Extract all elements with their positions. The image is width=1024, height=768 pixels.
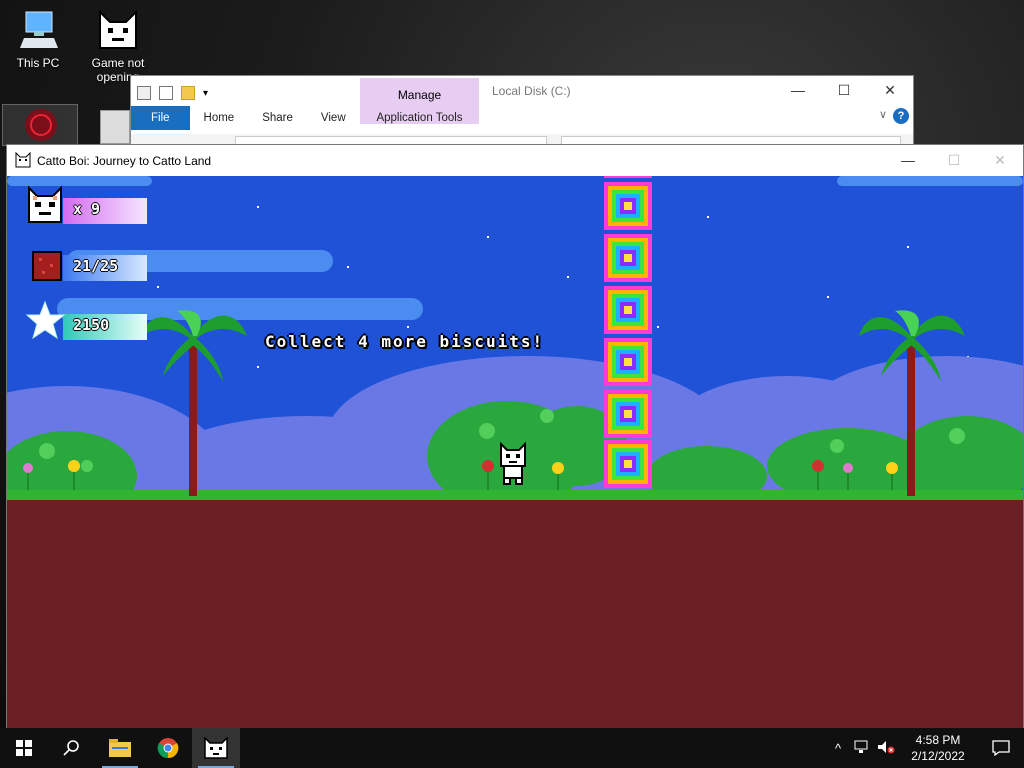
notification-center-button[interactable] <box>978 740 1024 756</box>
hud-biscuits-count: 21/25 <box>73 257 119 275</box>
taskbar-chrome[interactable] <box>144 728 192 768</box>
drive-icon[interactable] <box>137 86 151 100</box>
biscuit-icon <box>32 251 62 281</box>
file-explorer-icon <box>109 739 131 757</box>
ribbon-tabs: File Home Share View Application Tools <box>131 106 913 130</box>
close-button[interactable]: ✕ <box>867 76 913 104</box>
catto-app-icon <box>15 151 31 168</box>
desktop-icon-this-pc[interactable]: This PC <box>0 8 76 70</box>
tab-application-tools[interactable]: Application Tools <box>360 106 479 130</box>
taskbar: ^ 4:58 PM 2/12/2022 <box>0 728 1024 768</box>
catto-game-icon <box>96 8 140 52</box>
game-titlebar[interactable]: Catto Boi: Journey to Catto Land — ☐ ✕ <box>7 145 1023 176</box>
desktop-icon-game[interactable]: Game not opening <box>80 8 156 84</box>
maximize-button[interactable]: ☐ <box>821 76 867 104</box>
windows-icon <box>16 740 32 756</box>
start-button[interactable] <box>0 728 48 768</box>
desktop-selected-icon[interactable] <box>2 104 78 146</box>
new-folder-icon[interactable] <box>181 86 195 100</box>
this-pc-icon <box>16 8 60 52</box>
close-button[interactable]: ✕ <box>977 145 1023 176</box>
manage-label: Manage <box>397 88 442 102</box>
search-icon <box>63 740 79 756</box>
hud-score: 2150 <box>73 316 110 334</box>
game-window-title: Catto Boi: Journey to Catto Land <box>37 154 212 168</box>
tab-view[interactable]: View <box>307 106 360 130</box>
taskbar-catto-game[interactable] <box>192 728 240 768</box>
ground <box>7 496 1023 728</box>
gear-icon <box>100 110 130 144</box>
dropdown-icon[interactable]: ▾ <box>203 88 208 99</box>
hud-lives-count: x 9 <box>73 200 101 218</box>
volume-muted-icon[interactable] <box>874 740 898 757</box>
show-hidden-icons-button[interactable]: ^ <box>826 741 850 756</box>
clock-date: 2/12/2022 <box>911 749 965 763</box>
chrome-icon <box>157 738 179 759</box>
tab-file[interactable]: File <box>131 106 190 130</box>
game-message: Collect 4 more biscuits! <box>265 332 545 351</box>
notification-icon <box>992 740 1010 756</box>
file-explorer-window[interactable]: ▾ Manage Local Disk (C:) — ☐ ✕ File Home… <box>130 75 914 156</box>
rainbow-block-column <box>604 176 652 488</box>
quick-access-toolbar: ▾ <box>137 82 208 104</box>
maximize-button: ☐ <box>947 152 961 168</box>
game-canvas[interactable]: x 9 21/25 2150 Collect 4 more biscuits! <box>7 176 1023 728</box>
tab-share[interactable]: Share <box>248 106 307 130</box>
game-window[interactable]: Catto Boi: Journey to Catto Land — ☐ ✕ x… <box>6 144 1024 728</box>
properties-icon[interactable] <box>159 86 173 100</box>
minimize-button[interactable]: — <box>885 145 931 176</box>
clock-time: 4:58 PM <box>915 733 961 747</box>
catto-game-icon <box>204 737 228 759</box>
explorer-title: Local Disk (C:) <box>492 84 571 98</box>
help-icon[interactable]: ? <box>893 108 909 124</box>
system-tray: ^ 4:58 PM 2/12/2022 <box>826 728 1024 768</box>
clock[interactable]: 4:58 PM 2/12/2022 <box>898 732 978 764</box>
game-scene <box>7 176 1023 728</box>
taskbar-file-explorer[interactable] <box>96 728 144 768</box>
player-cat <box>500 441 526 485</box>
desktop-icon-label: This PC <box>16 56 60 70</box>
network-icon[interactable] <box>850 740 874 757</box>
game-window-controls: — ☐ ✕ <box>885 145 1023 176</box>
grass-strip <box>7 490 1023 500</box>
minimize-button[interactable]: — <box>775 76 821 104</box>
search-button[interactable] <box>48 728 96 768</box>
chevron-down-icon[interactable]: ∨ <box>879 108 887 121</box>
explorer-window-controls: — ☐ ✕ <box>775 76 913 104</box>
tab-home[interactable]: Home <box>190 106 249 130</box>
